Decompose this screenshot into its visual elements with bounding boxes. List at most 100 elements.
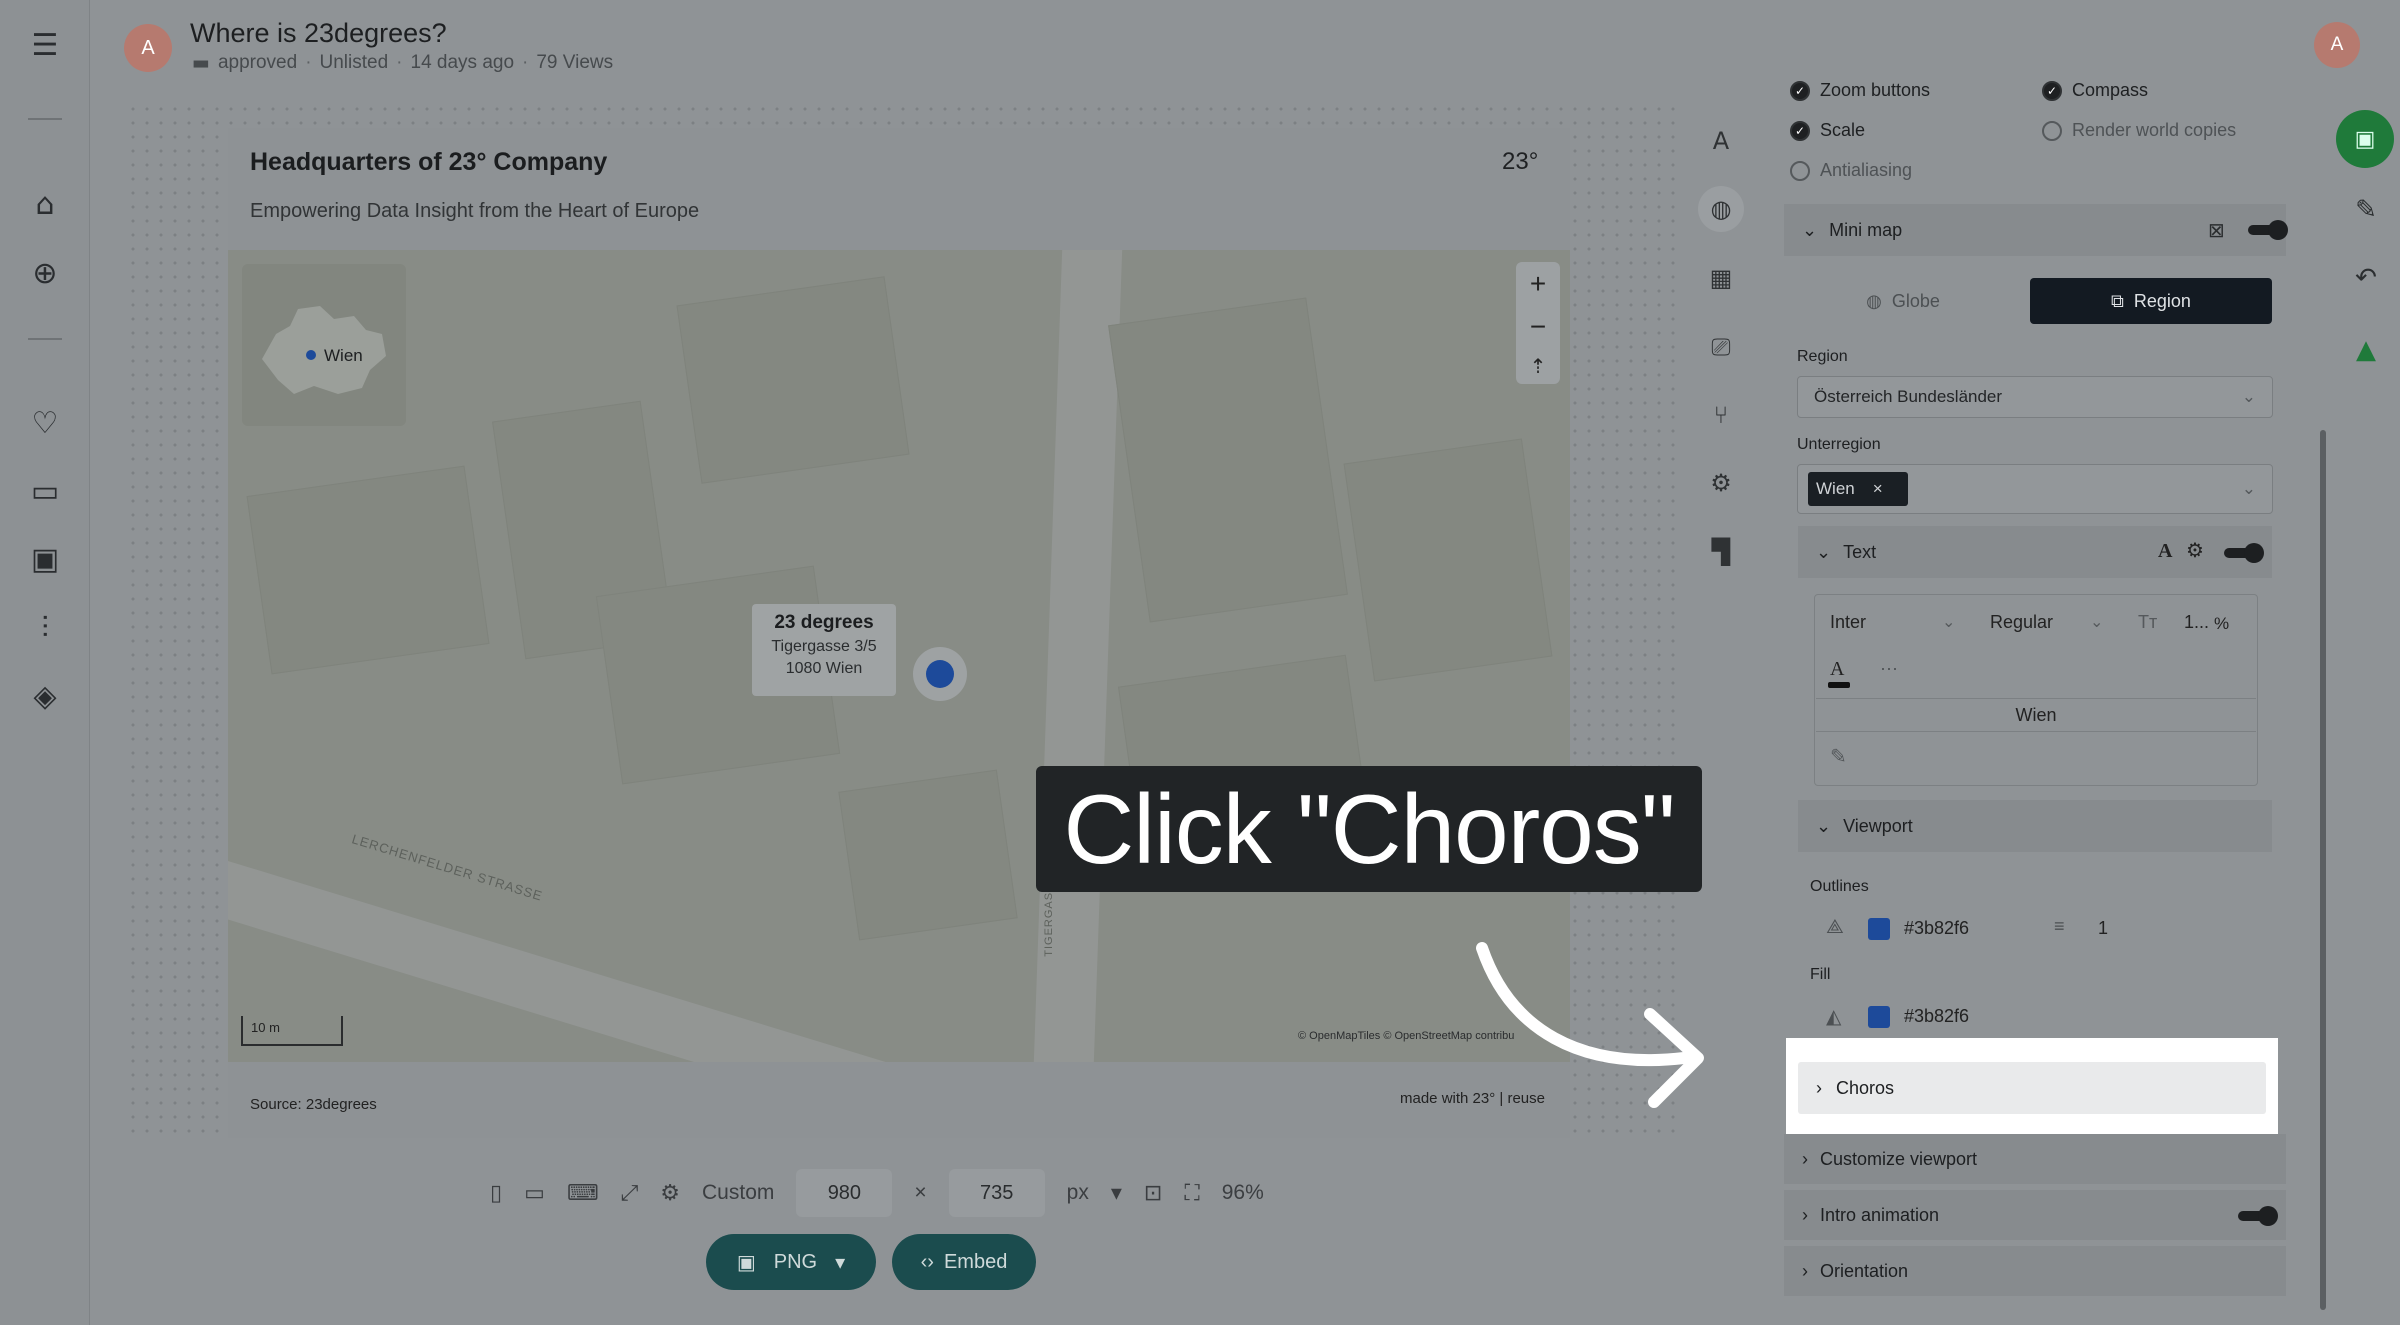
close-icon[interactable]: × (1873, 479, 1883, 499)
chevron-down-icon[interactable]: ⌄ (2090, 612, 2103, 632)
lock-icon[interactable]: ⊡ (1144, 1181, 1162, 1206)
text-color-icon[interactable]: A (1830, 658, 1844, 681)
customize-viewport-header[interactable]: › Customize viewport (1784, 1134, 2286, 1184)
antialiasing-checkbox[interactable]: Antialiasing (1790, 160, 1912, 181)
user-avatar[interactable]: A (2314, 22, 2360, 68)
zoom-in-button[interactable]: + (1530, 268, 1546, 300)
popup-city: 1080 Wien (785, 660, 863, 677)
gear-icon[interactable]: ⚙ (2186, 538, 2204, 563)
paint-roller-icon[interactable]: ▜ (1698, 529, 1744, 575)
region-select[interactable]: Österreich Bundesländer ⌄ (1797, 376, 2273, 418)
intro-animation-toggle[interactable] (2238, 1206, 2278, 1226)
hamburger-menu-icon[interactable]: ☰ (27, 27, 63, 63)
fill-color-swatch[interactable] (1868, 1006, 1890, 1028)
home-icon[interactable]: ⌂ (27, 186, 63, 222)
code-icon: ‹› (920, 1250, 934, 1273)
subregion-tag[interactable]: Wien × (1808, 472, 1908, 506)
chevron-right-icon: › (1802, 1204, 1808, 1225)
project-avatar[interactable]: A (124, 24, 172, 72)
minimap-toggle[interactable] (2248, 220, 2288, 240)
heart-icon[interactable]: ♡ (27, 405, 63, 441)
views-label: 79 Views (536, 52, 614, 73)
outline-color-value[interactable]: #3b82f6 (1904, 918, 1969, 939)
map-view[interactable]: LERCHENFELDER STRASSE TIGERGASSE (228, 250, 1570, 1062)
height-input[interactable]: 735 (948, 1169, 1045, 1217)
check-icon: ✓ (1790, 120, 1810, 141)
font-size-input[interactable]: 1... (2184, 612, 2209, 633)
gear-icon[interactable]: ⚙ (660, 1181, 680, 1206)
save-button[interactable]: ▣ (2336, 110, 2394, 168)
map-marker[interactable] (913, 647, 967, 701)
segment-globe[interactable]: ◍ Globe (1784, 278, 2022, 324)
segment-region[interactable]: ⧉ Region (2030, 278, 2272, 324)
minimap-region-shape (262, 306, 386, 394)
checkbox-label: Antialiasing (1820, 160, 1913, 180)
line-width-icon: ≡ (2054, 916, 2065, 936)
chevron-down-icon[interactable]: ▾ (835, 1250, 845, 1275)
embed-button[interactable]: ‹› Embed (892, 1234, 1036, 1290)
map-subtitle[interactable]: Empowering Data Insight from the Heart o… (250, 200, 699, 223)
choros-section-header[interactable]: › Choros (1798, 1062, 2266, 1114)
zoom-level[interactable]: 96% (1222, 1181, 1264, 1205)
viewport-section-header[interactable]: ⌄ Viewport (1798, 800, 2272, 852)
section-title: Viewport (1843, 815, 1913, 836)
academy-icon[interactable]: ◈ (27, 678, 63, 714)
folder-icon[interactable]: ▭ (27, 473, 63, 509)
chevron-down-icon[interactable]: ⌄ (1942, 612, 1955, 632)
project-title[interactable]: Where is 23degrees? (190, 18, 447, 49)
typography-icon[interactable]: A (1698, 118, 1744, 164)
zoom-out-button[interactable]: − (1530, 311, 1546, 343)
zoom-buttons-checkbox[interactable]: ✓ Zoom buttons (1790, 80, 1930, 101)
font-weight-select[interactable]: Regular (1990, 612, 2053, 633)
text-color-swatch[interactable] (1828, 682, 1850, 688)
intro-animation-header[interactable]: › Intro animation (1784, 1190, 2286, 1240)
outline-icon: ⟁ (1826, 916, 1844, 938)
phone-preset-icon[interactable]: ▯ (490, 1181, 502, 1206)
preset-label[interactable]: Custom (702, 1181, 774, 1205)
tablet-preset-icon[interactable]: ▭ (524, 1181, 545, 1206)
add-circle-icon[interactable]: ⊕ (27, 255, 63, 291)
fullscreen-icon[interactable]: ⤢ (621, 1181, 639, 1206)
checkbox-label: Compass (2072, 80, 2149, 100)
branch-icon[interactable]: ⑂ (1698, 392, 1744, 438)
compass-button[interactable]: ⇡ (1530, 354, 1547, 379)
edit-style-icon[interactable]: ✎ (1830, 744, 1847, 769)
font-unit: % (2214, 614, 2230, 633)
image-icon[interactable]: ▣ (27, 541, 63, 577)
orientation-header[interactable]: › Orientation (1784, 1246, 2286, 1296)
source-text[interactable]: Source: 23degrees (250, 1096, 377, 1113)
text-value-input[interactable]: Wien (1816, 698, 2256, 732)
brand-triangle-icon[interactable]: ▲ (2346, 330, 2386, 370)
width-input[interactable]: 980 (796, 1169, 893, 1217)
laptop-preset-icon[interactable]: ⌨ (567, 1181, 599, 1206)
scale-checkbox[interactable]: ✓ Scale (1790, 120, 1865, 141)
png-download-button[interactable]: ▣ PNG ▾ (706, 1234, 876, 1290)
map-title[interactable]: Headquarters of 23° Company (250, 148, 607, 177)
compass-checkbox[interactable]: ✓ Compass (2042, 80, 2148, 101)
outline-color-swatch[interactable] (1868, 918, 1890, 940)
undo-icon[interactable]: ↶ (2346, 258, 2386, 298)
globe-icon[interactable]: ◍ (1698, 186, 1744, 232)
more-icon[interactable]: ··· (1880, 658, 1898, 679)
unit-select[interactable]: px (1067, 1181, 1089, 1205)
fit-icon[interactable]: ⛶ (1184, 1181, 1199, 1206)
map-popup[interactable]: 23 degrees Tigergasse 3/5 1080 Wien (752, 604, 896, 696)
display-icon[interactable]: ⎚ (1698, 324, 1744, 370)
minimap-options-icon[interactable]: ⊠ (2208, 218, 2225, 243)
chevron-down-icon[interactable]: ▾ (1111, 1181, 1122, 1206)
times-sign: × (914, 1181, 927, 1204)
fill-color-value[interactable]: #3b82f6 (1904, 1006, 1969, 1027)
section-title: Mini map (1829, 219, 1903, 240)
sliders-icon[interactable]: ⫶ (27, 610, 63, 646)
pencil-icon[interactable]: ✎ (2346, 190, 2386, 230)
layout-icon[interactable]: ▦ (1698, 255, 1744, 301)
text-toggle[interactable] (2224, 543, 2264, 563)
panel-scrollbar[interactable] (2320, 430, 2326, 1310)
font-family-select[interactable]: Inter (1830, 612, 1866, 633)
outline-width-value[interactable]: 1 (2098, 918, 2108, 939)
gear-icon[interactable]: ⚙ (1698, 460, 1744, 506)
map-building (838, 769, 1018, 941)
minimap[interactable]: Wien (242, 264, 406, 426)
render-world-copies-checkbox[interactable]: Render world copies (2042, 120, 2236, 141)
typography-icon[interactable]: A (2158, 540, 2172, 563)
